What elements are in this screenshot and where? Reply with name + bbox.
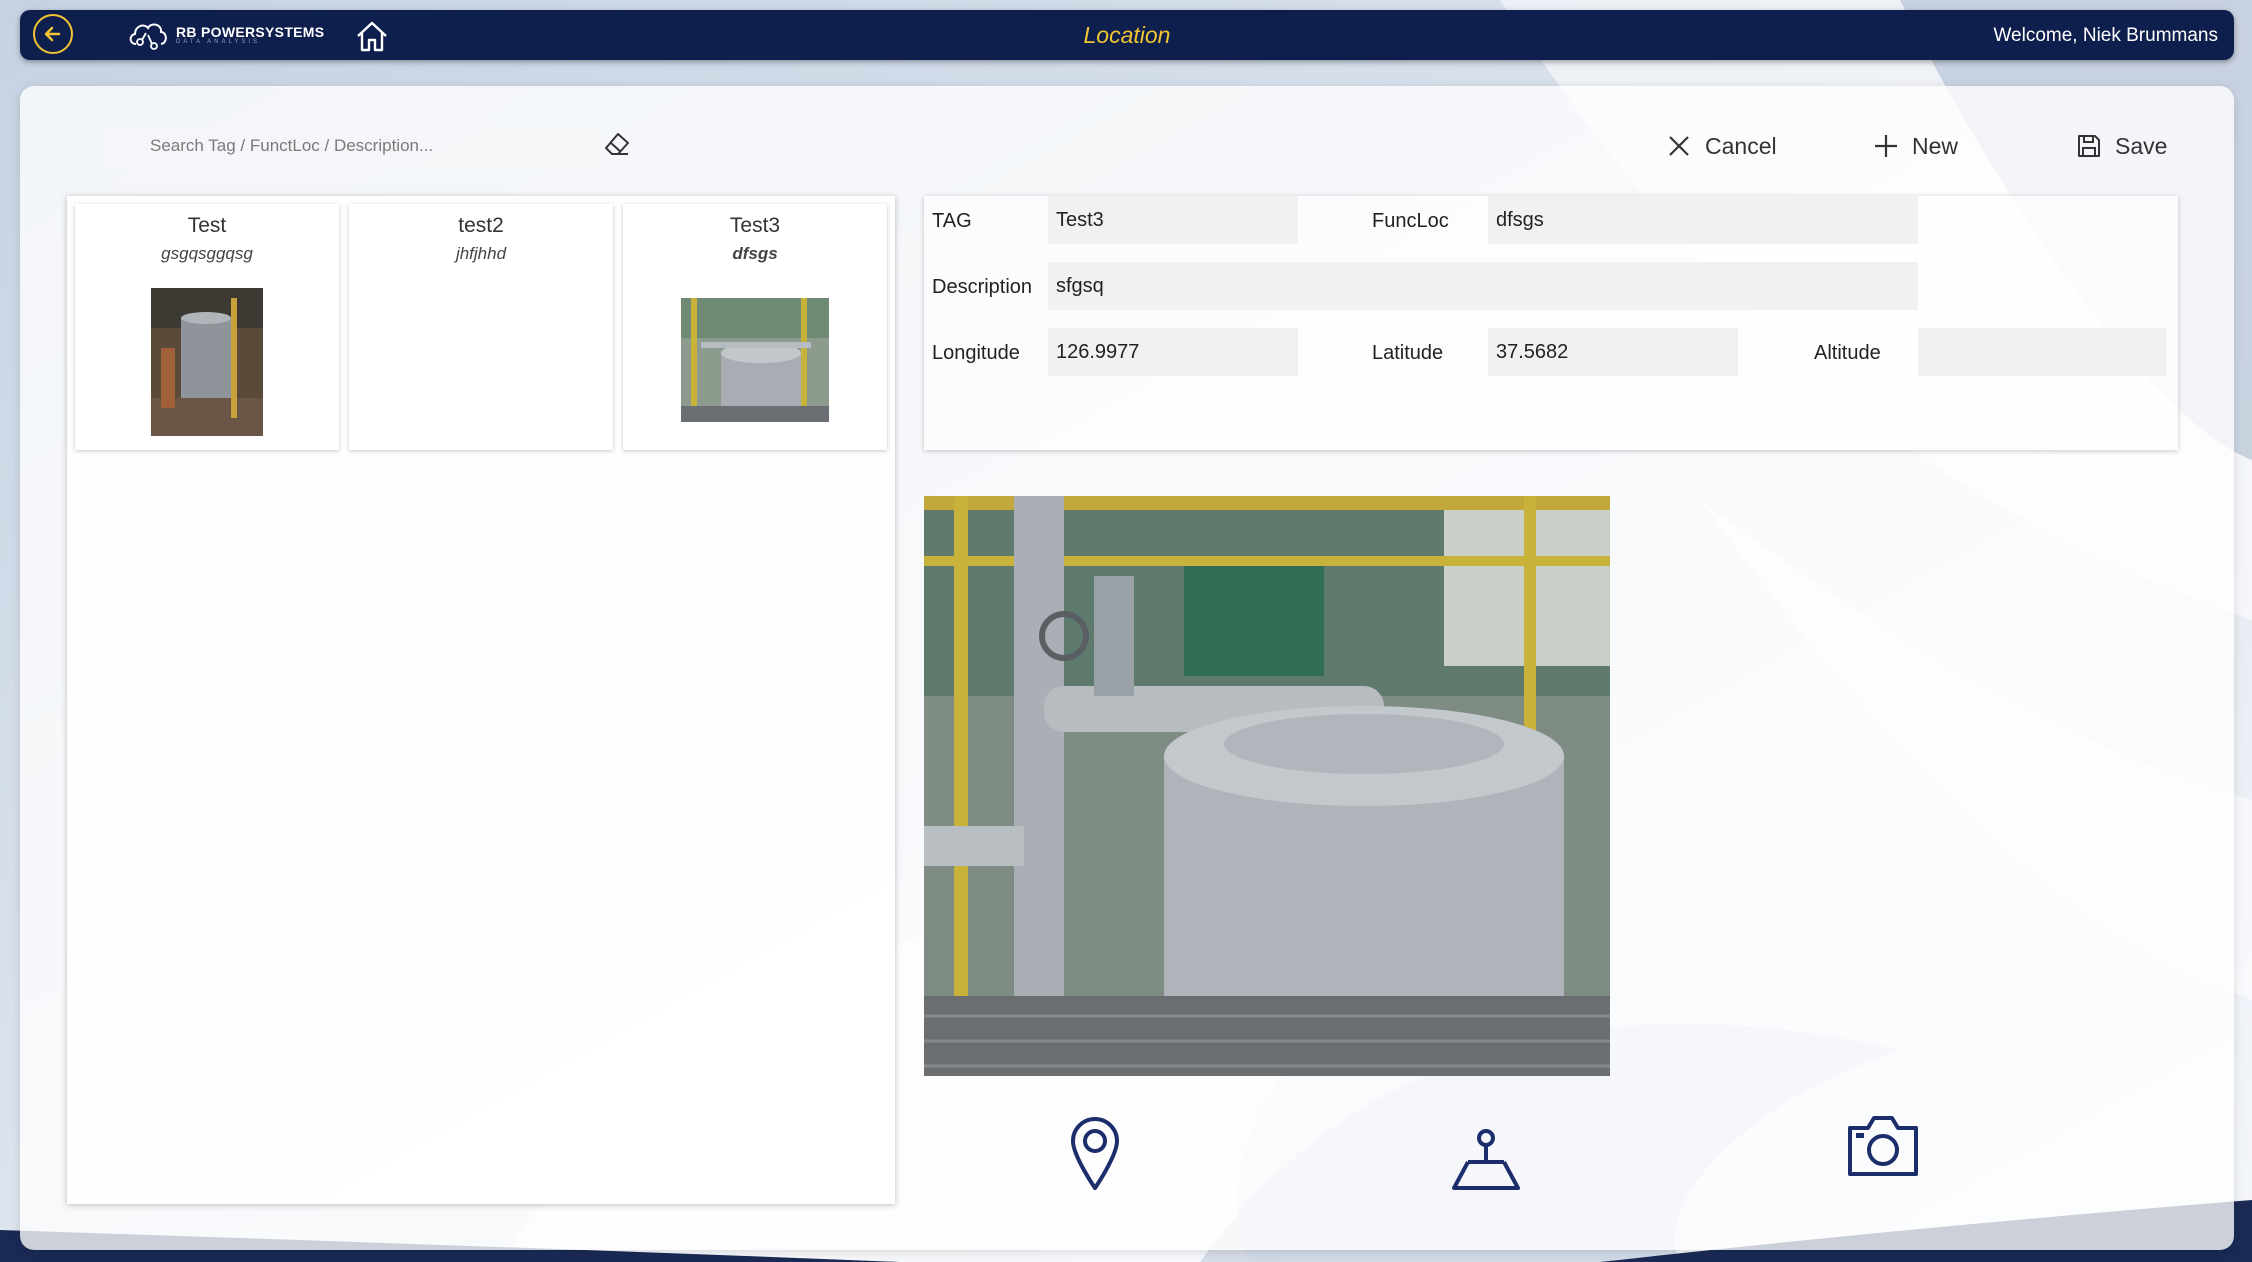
card-funcloc: gsgqsggqsg [161,244,253,263]
page-title: Location [1083,22,1171,48]
location-card[interactable]: Test gsgqsggqsg [75,204,339,450]
latitude-field[interactable] [1488,328,1738,376]
set-location-button[interactable] [1070,1116,1120,1195]
search-input[interactable] [102,122,600,170]
cancel-label: Cancel [1705,132,1777,159]
funcloc-field[interactable] [1488,196,1918,244]
location-photo [924,496,1610,1076]
survey-button[interactable] [1450,1126,1522,1195]
floppy-disk-icon [2078,135,2100,157]
camera-icon [1848,1116,1918,1176]
tag-field[interactable] [1048,196,1298,244]
card-funcloc: dfsgs [732,244,778,263]
cancel-button[interactable]: Cancel [1665,128,1777,164]
card-tag: Test3 [729,214,781,237]
close-icon [1669,136,1689,156]
new-label: New [1912,132,1959,159]
longitude-label: Longitude [932,342,1020,364]
surveyor-icon [1452,1129,1520,1190]
location-thumbnail [681,298,829,422]
funcloc-label: FuncLoc [1372,210,1449,232]
altitude-field[interactable] [1918,328,2166,376]
altitude-label: Altitude [1814,342,1881,364]
longitude-field[interactable] [1048,328,1298,376]
location-card-selected[interactable]: Test3 dfsgs [623,204,887,450]
main-panel: Cancel New Save Test gsgqsggqsg [20,86,2234,1250]
save-label: Save [2115,132,2168,159]
description-label: Description [932,276,1033,298]
card-tag: test2 [458,214,504,237]
app-header: RB POWERSYSTEMS DATA ANALYSIS Location W… [20,10,2234,60]
clear-search-button[interactable] [600,126,634,162]
card-funcloc: jhfjhhd [455,244,507,263]
location-detail-form: TAG FuncLoc Description Longitude Latitu… [924,196,2178,450]
camera-button[interactable] [1846,1114,1920,1183]
description-field[interactable] [1048,262,1918,310]
location-thumbnail [151,288,263,436]
location-list: Test gsgqsggqsg test2 jhfjhhd Test3 dfsg… [67,196,895,1204]
plus-icon [1875,135,1897,157]
save-button[interactable]: Save [2075,128,2167,164]
latitude-label: Latitude [1372,342,1444,364]
location-card[interactable]: test2 jhfjhhd [349,204,613,450]
card-tag: Test [187,214,227,237]
tag-label: TAG [932,210,972,232]
eraser-icon [605,133,629,155]
map-pin-icon [1070,1117,1120,1192]
new-button[interactable]: New [1872,128,1958,164]
welcome-text: Welcome, Niek Brummans [1993,25,2218,46]
